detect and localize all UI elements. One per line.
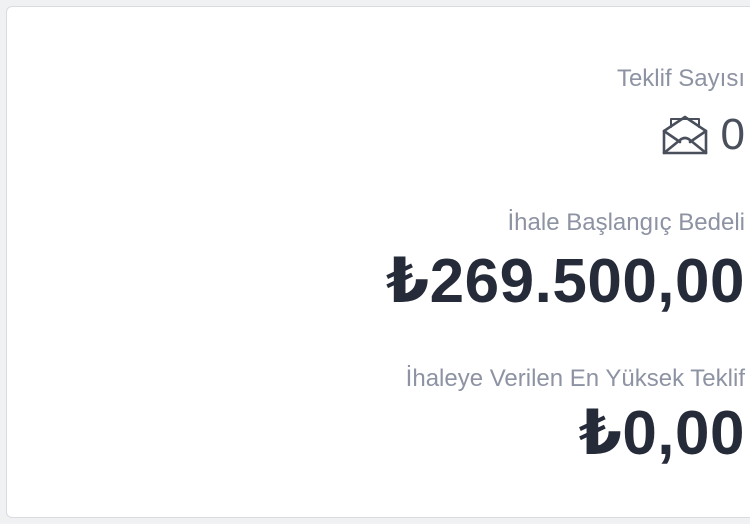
auction-summary-card: Teklif Sayısı 0 İhale Başlangıç Bedeli ₺…	[6, 6, 750, 518]
offer-count-label: Teklif Sayısı	[616, 65, 745, 92]
offer-count-value: 0	[720, 110, 745, 159]
start-price-label: İhale Başlangıç Bedeli	[507, 209, 746, 236]
auction-stats: Teklif Sayısı 0 İhale Başlangıç Bedeli ₺…	[245, 7, 745, 519]
envelope-open-icon	[661, 115, 709, 155]
highest-bid-label: İhaleye Verilen En Yüksek Teklif	[405, 365, 745, 392]
offer-count-row: 0	[661, 113, 745, 157]
start-price-value: ₺269.500,00	[386, 247, 745, 316]
highest-bid-value: ₺0,00	[578, 399, 745, 468]
